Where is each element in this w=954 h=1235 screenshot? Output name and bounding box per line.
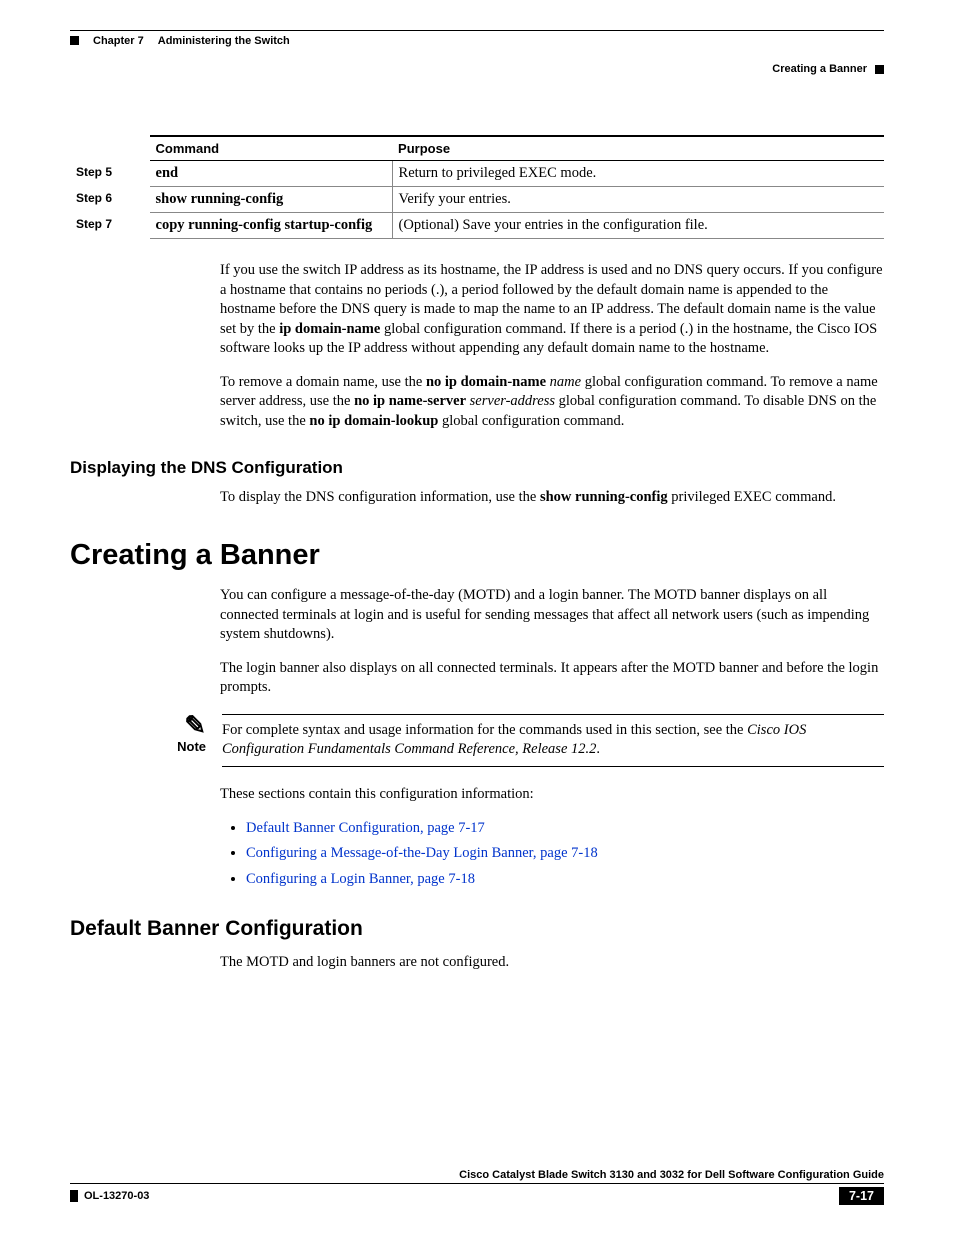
command-cell: copy running-config startup-config xyxy=(150,213,393,239)
command-cell: show running-config xyxy=(150,187,393,213)
table-header-purpose: Purpose xyxy=(392,136,884,161)
purpose-cell: Return to privileged EXEC mode. xyxy=(392,161,884,187)
text-italic: server-address xyxy=(470,393,555,409)
text: The MOTD and login banners are not confi… xyxy=(220,953,884,973)
step-label: Step 5 xyxy=(70,161,150,187)
footer-doc-id: OL-13270-03 xyxy=(70,1190,149,1202)
paragraph: The MOTD and login banners are not confi… xyxy=(220,953,884,973)
heading-default-banner: Default Banner Configuration xyxy=(70,917,884,941)
text: global configuration command. xyxy=(438,413,624,429)
text: For complete syntax and usage informatio… xyxy=(222,722,747,738)
paragraph: You can configure a message-of-the-day (… xyxy=(220,586,884,698)
links-intro: These sections contain this configuratio… xyxy=(220,785,884,805)
text-italic: name xyxy=(550,374,581,390)
text: To remove a domain name, use the xyxy=(220,374,426,390)
text: The login banner also displays on all co… xyxy=(220,659,884,698)
heading-dns-config: Displaying the DNS Configuration xyxy=(70,458,884,478)
list-item: Default Banner Configuration, page 7-17 xyxy=(246,819,884,839)
paragraph: To display the DNS configuration informa… xyxy=(220,488,884,508)
purpose-cell: (Optional) Save your entries in the conf… xyxy=(392,213,884,239)
chapter-title: Administering the Switch xyxy=(158,35,290,47)
text: privileged EXEC command. xyxy=(668,489,836,505)
link-list: Default Banner Configuration, page 7-17 … xyxy=(220,819,884,890)
step-label: Step 6 xyxy=(70,187,150,213)
link-default-banner[interactable]: Default Banner Configuration, page 7-17 xyxy=(246,820,485,836)
link-login-banner[interactable]: Configuring a Login Banner, page 7-18 xyxy=(246,871,475,887)
table-header-command: Command xyxy=(150,136,393,161)
text-bold: no ip domain-name xyxy=(426,374,546,390)
table-row: Step 7 copy running-config startup-confi… xyxy=(70,213,884,239)
table-row: Step 6 show running-config Verify your e… xyxy=(70,187,884,213)
footer-guide-title: Cisco Catalyst Blade Switch 3130 and 303… xyxy=(70,1169,884,1184)
text-bold: no ip name-server xyxy=(354,393,466,409)
command-cell: end xyxy=(150,161,393,187)
list-item: Configuring a Message-of-the-Day Login B… xyxy=(246,844,884,864)
text: . xyxy=(596,741,600,757)
paragraph: If you use the switch IP address as its … xyxy=(220,261,884,432)
note-block: ✎ Note For complete syntax and usage inf… xyxy=(158,714,884,767)
note-pen-icon: ✎ xyxy=(158,714,206,737)
link-motd-banner[interactable]: Configuring a Message-of-the-Day Login B… xyxy=(246,845,598,861)
text-bold: ip domain-name xyxy=(279,321,380,337)
command-table: Command Purpose Step 5 end Return to pri… xyxy=(70,135,884,239)
text: To display the DNS configuration informa… xyxy=(220,489,540,505)
table-row: Step 5 end Return to privileged EXEC mod… xyxy=(70,161,884,187)
header-square-icon xyxy=(70,36,79,45)
note-label: Note xyxy=(158,739,206,754)
step-label: Step 7 xyxy=(70,213,150,239)
page-number: 7-17 xyxy=(839,1187,884,1205)
purpose-cell: Verify your entries. xyxy=(392,187,884,213)
heading-creating-banner: Creating a Banner xyxy=(70,539,884,572)
chapter-label: Chapter 7 xyxy=(93,35,144,47)
header-square-icon xyxy=(875,65,884,74)
text: You can configure a message-of-the-day (… xyxy=(220,586,884,645)
header-section-title: Creating a Banner xyxy=(772,63,867,75)
text-bold: show running-config xyxy=(540,489,668,505)
text-bold: no ip domain-lookup xyxy=(309,413,438,429)
list-item: Configuring a Login Banner, page 7-18 xyxy=(246,870,884,890)
page-footer: Cisco Catalyst Blade Switch 3130 and 303… xyxy=(70,1169,884,1205)
